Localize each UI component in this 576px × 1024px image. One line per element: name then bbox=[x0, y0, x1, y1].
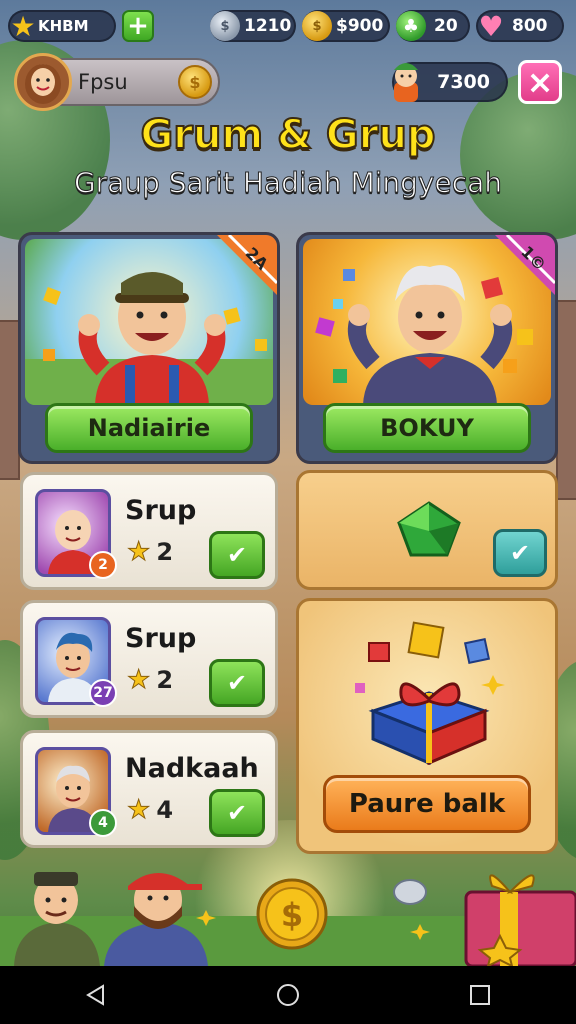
plus-icon: + bbox=[127, 11, 149, 41]
mission-star-count: 4 bbox=[156, 796, 174, 824]
mission-claim-button[interactable]: ✔ bbox=[209, 789, 265, 837]
resource-bar: ★ KHBM + $ 1210 $ $900 ♣ 20 ♥ 800 bbox=[0, 0, 576, 52]
mission-name: Srup bbox=[125, 495, 197, 526]
level-label: KHBM bbox=[38, 17, 89, 35]
silver-value: 1210 bbox=[244, 16, 292, 36]
back-icon bbox=[86, 984, 104, 1006]
recents-icon bbox=[470, 985, 490, 1005]
svg-text:$: $ bbox=[281, 896, 303, 934]
check-icon: ✔ bbox=[226, 799, 248, 827]
gold-value: $900 bbox=[336, 16, 384, 36]
mission-stars: ★ 2 bbox=[126, 665, 174, 696]
mission-row-2: 27 Srup ★ 2 ✔ bbox=[20, 600, 278, 718]
star-icon: ★ bbox=[126, 665, 151, 696]
gift-open-button[interactable]: Paure balk bbox=[323, 775, 531, 833]
page-subtitle: Graup Sarit Hadiah Mingyecah bbox=[73, 166, 502, 200]
system-navigation-bar bbox=[0, 966, 576, 1024]
clover-value: 20 bbox=[434, 16, 458, 36]
mascot-icon bbox=[386, 56, 426, 104]
hearts-counter: ♥ 800 bbox=[476, 9, 564, 43]
silver-coin-icon: $ bbox=[210, 11, 240, 41]
mission-stars: ★ 4 bbox=[126, 795, 174, 826]
mission-badge: 27 bbox=[89, 679, 117, 707]
card-corner-ribbon: 2A bbox=[207, 235, 277, 305]
mission-name: Srup bbox=[125, 623, 197, 654]
gift-reward-card: Paure balk bbox=[296, 598, 558, 854]
reward-card-1[interactable]: 2A Nadiairie bbox=[18, 232, 280, 464]
mission-star-count: 2 bbox=[156, 538, 174, 566]
close-button[interactable]: × bbox=[518, 60, 562, 104]
check-icon: ✔ bbox=[509, 539, 531, 567]
gold-coin-icon: $ bbox=[302, 11, 332, 41]
reward-card-2[interactable]: 1© BOKUY bbox=[296, 232, 558, 464]
star-icon: ★ bbox=[126, 537, 151, 568]
clover-icon: ♣ bbox=[396, 11, 426, 41]
silver-counter: $ 1210 bbox=[210, 10, 296, 42]
back-button[interactable] bbox=[66, 975, 126, 1015]
gem-claim-button[interactable]: ✔ bbox=[493, 529, 547, 577]
hearts-value: 800 bbox=[512, 16, 548, 36]
check-icon: ✔ bbox=[226, 669, 248, 697]
mission-row-1: 2 Srup ★ 2 ✔ bbox=[20, 472, 278, 590]
card-1-button-label: Nadiairie bbox=[87, 414, 211, 442]
gem-reward-card: ✔ bbox=[296, 470, 558, 590]
add-level-button[interactable]: + bbox=[122, 10, 154, 42]
mission-name: Nadkaah bbox=[125, 753, 259, 784]
score-value: 7300 bbox=[437, 71, 490, 93]
mission-star-count: 2 bbox=[156, 666, 174, 694]
player-avatar bbox=[14, 53, 72, 111]
mission-badge: 4 bbox=[89, 809, 117, 837]
level-pill: ★ KHBM bbox=[8, 9, 116, 43]
mission-row-3: 4 Nadkaah ★ 4 ✔ bbox=[20, 730, 278, 848]
star-icon: ★ bbox=[126, 795, 151, 826]
gold-coin-icon: $ bbox=[178, 65, 212, 99]
close-icon: × bbox=[526, 63, 554, 101]
mission-claim-button[interactable]: ✔ bbox=[209, 659, 265, 707]
card-corner-ribbon: 1© bbox=[485, 235, 555, 305]
gift-button-label: Paure balk bbox=[348, 789, 506, 819]
heart-icon: ♥ bbox=[478, 9, 504, 43]
mission-claim-button[interactable]: ✔ bbox=[209, 531, 265, 579]
check-icon: ✔ bbox=[226, 541, 248, 569]
gem-icon bbox=[397, 501, 461, 557]
star-icon: ★ bbox=[10, 9, 36, 43]
home-icon bbox=[277, 984, 299, 1006]
card-1-button[interactable]: Nadiairie bbox=[45, 403, 253, 453]
page-title: Grum & Grup bbox=[139, 111, 436, 159]
gold-counter: $ $900 bbox=[302, 10, 390, 42]
home-button[interactable] bbox=[258, 975, 318, 1015]
bottom-scene: $ bbox=[0, 856, 576, 968]
mission-badge: 2 bbox=[89, 551, 117, 579]
gift-icon bbox=[355, 621, 505, 765]
player-name: Fpsu bbox=[78, 70, 128, 94]
clover-counter: ♣ 20 bbox=[396, 10, 470, 42]
player-profile[interactable]: Fpsu $ bbox=[14, 53, 220, 111]
mission-stars: ★ 2 bbox=[126, 537, 174, 568]
card-2-button-label: BOKUY bbox=[380, 414, 474, 442]
recents-button[interactable] bbox=[450, 975, 510, 1015]
card-2-button[interactable]: BOKUY bbox=[323, 403, 531, 453]
